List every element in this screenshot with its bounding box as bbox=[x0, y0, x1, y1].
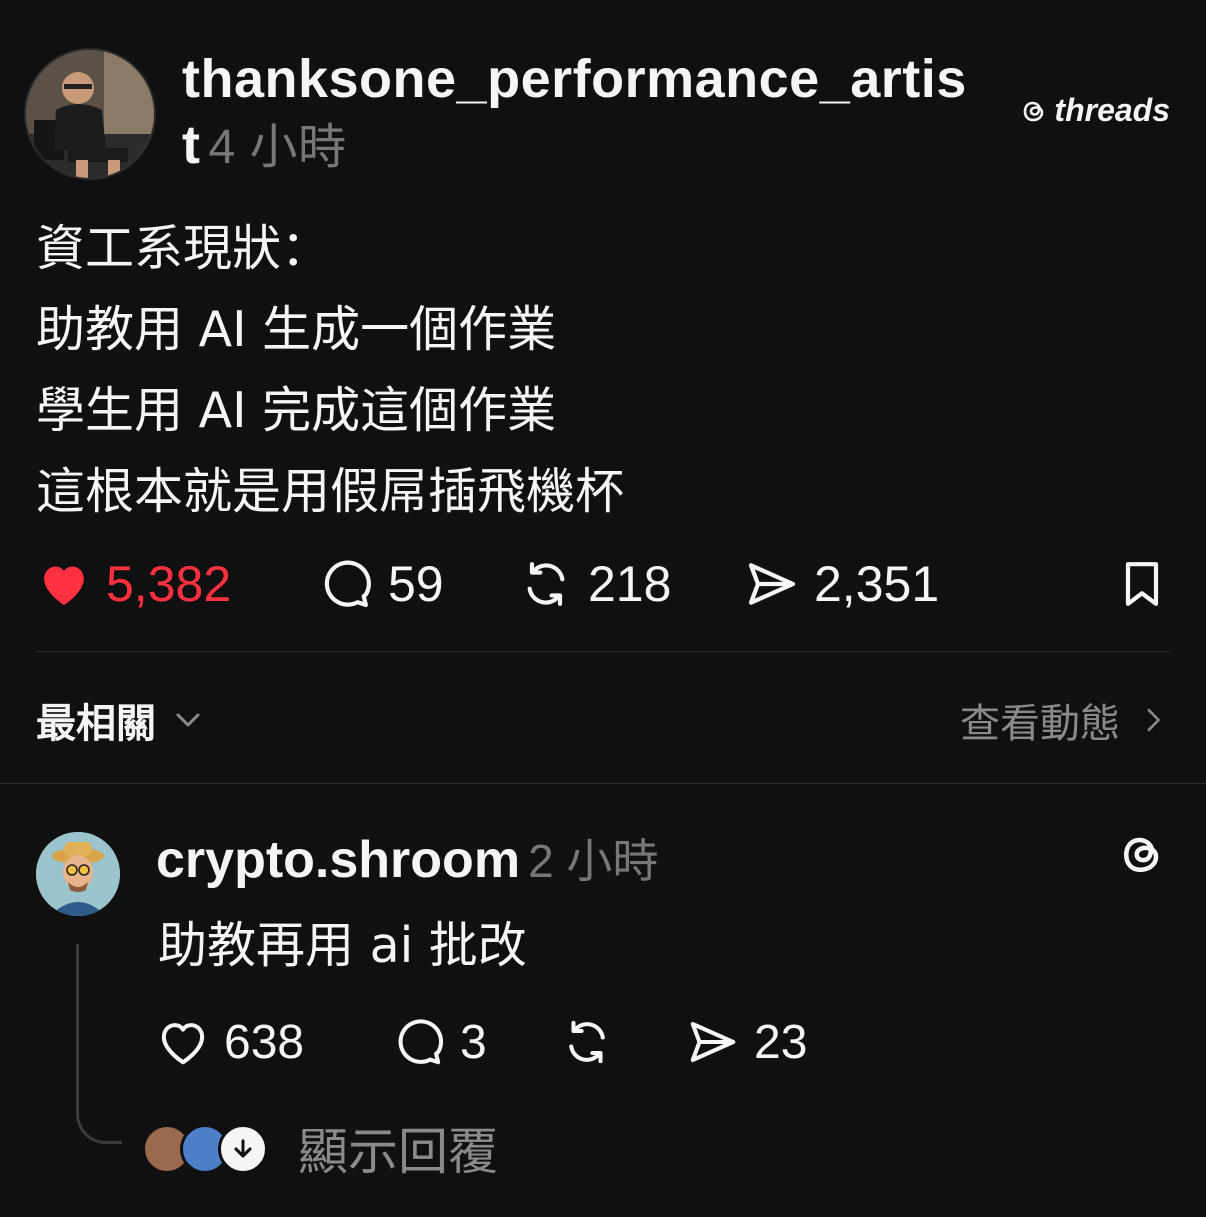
reply-share-button[interactable]: 23 bbox=[686, 1010, 807, 1074]
reply-button[interactable]: 59 bbox=[318, 552, 444, 616]
replier-avatars bbox=[142, 1120, 272, 1176]
reply-reply-button[interactable]: 3 bbox=[392, 1010, 487, 1074]
reply-header: crypto.shroom 2 小時 bbox=[156, 826, 658, 895]
post-body: 資工系現狀： 助教用 AI 生成一個作業 學生用 AI 完成這個作業 這根本就是… bbox=[36, 208, 1156, 532]
view-activity-label: 查看動態 bbox=[960, 701, 1120, 747]
repost-count: 218 bbox=[588, 556, 672, 612]
sort-dropdown[interactable]: 最相關 bbox=[36, 690, 208, 750]
sort-label: 最相關 bbox=[36, 701, 156, 747]
send-icon bbox=[748, 563, 796, 605]
divider bbox=[36, 651, 1170, 652]
share-count: 2,351 bbox=[814, 556, 940, 612]
threads-post-screen: thanksone_performance_artist 4 小時 threads… bbox=[0, 0, 1206, 1217]
thread-connector-line bbox=[76, 944, 122, 1144]
send-icon bbox=[690, 1021, 736, 1063]
reply-like-count: 638 bbox=[224, 1015, 305, 1069]
reply-author-avatar[interactable] bbox=[36, 832, 120, 916]
bookmark-icon bbox=[1125, 562, 1159, 606]
reply-repost-button[interactable] bbox=[560, 1010, 614, 1074]
author-username[interactable]: thanksone_performance_artist 4 小時 bbox=[182, 46, 982, 181]
repost-button[interactable]: 218 bbox=[518, 552, 671, 616]
post-actions: 5,382 59 218 2,351 bbox=[36, 552, 1170, 616]
sort-bar: 最相關 查看動態 bbox=[36, 690, 1170, 750]
reply-timestamp: 2 小時 bbox=[528, 835, 659, 887]
view-activity-link[interactable]: 查看動態 bbox=[960, 690, 1170, 750]
reply-like-button[interactable]: 638 bbox=[156, 1010, 304, 1074]
threads-brand: threads bbox=[1018, 92, 1170, 129]
comment-bubble-icon bbox=[324, 560, 371, 608]
threads-brand-text: threads bbox=[1054, 92, 1170, 128]
author-avatar[interactable] bbox=[24, 48, 156, 180]
chevron-right-icon bbox=[1147, 708, 1160, 732]
reply-share-count: 23 bbox=[754, 1015, 808, 1069]
expand-down-icon bbox=[218, 1124, 268, 1174]
reply-username[interactable]: crypto.shroom bbox=[156, 831, 520, 889]
comment-bubble-icon bbox=[398, 1019, 444, 1065]
reply-text: 助教再用 ai 批改 bbox=[158, 917, 527, 974]
show-replies-button[interactable]: 顯示回覆 bbox=[142, 1118, 498, 1181]
repost-arrows-icon bbox=[527, 562, 565, 606]
heart-icon bbox=[44, 566, 84, 605]
reply-reply-count: 3 bbox=[460, 1015, 487, 1069]
show-replies-label: 顯示回覆 bbox=[298, 1123, 498, 1181]
post-timestamp: 4 小時 bbox=[208, 121, 347, 174]
reply-count: 59 bbox=[388, 556, 444, 612]
chevron-down-icon bbox=[176, 713, 200, 727]
reply-actions: 638 3 23 bbox=[156, 1010, 856, 1074]
threads-logo-icon bbox=[1024, 101, 1044, 121]
repost-arrows-icon bbox=[569, 1020, 605, 1064]
post-line: 學生用 AI 完成這個作業 bbox=[36, 382, 557, 439]
divider bbox=[0, 783, 1206, 784]
post-line: 助教用 AI 生成一個作業 bbox=[36, 301, 557, 358]
heart-icon bbox=[161, 1023, 205, 1065]
like-count: 5,382 bbox=[106, 556, 232, 612]
like-button[interactable]: 5,382 bbox=[36, 552, 231, 616]
post-header: thanksone_performance_artist 4 小時 threads bbox=[24, 46, 1184, 186]
post-line: 資工系現狀： bbox=[36, 220, 331, 277]
threads-logo-icon[interactable] bbox=[1114, 826, 1170, 882]
share-button[interactable]: 2,351 bbox=[744, 552, 939, 616]
post-line: 這根本就是用假屌插飛機杯 bbox=[36, 463, 625, 520]
save-button[interactable] bbox=[1114, 552, 1170, 616]
